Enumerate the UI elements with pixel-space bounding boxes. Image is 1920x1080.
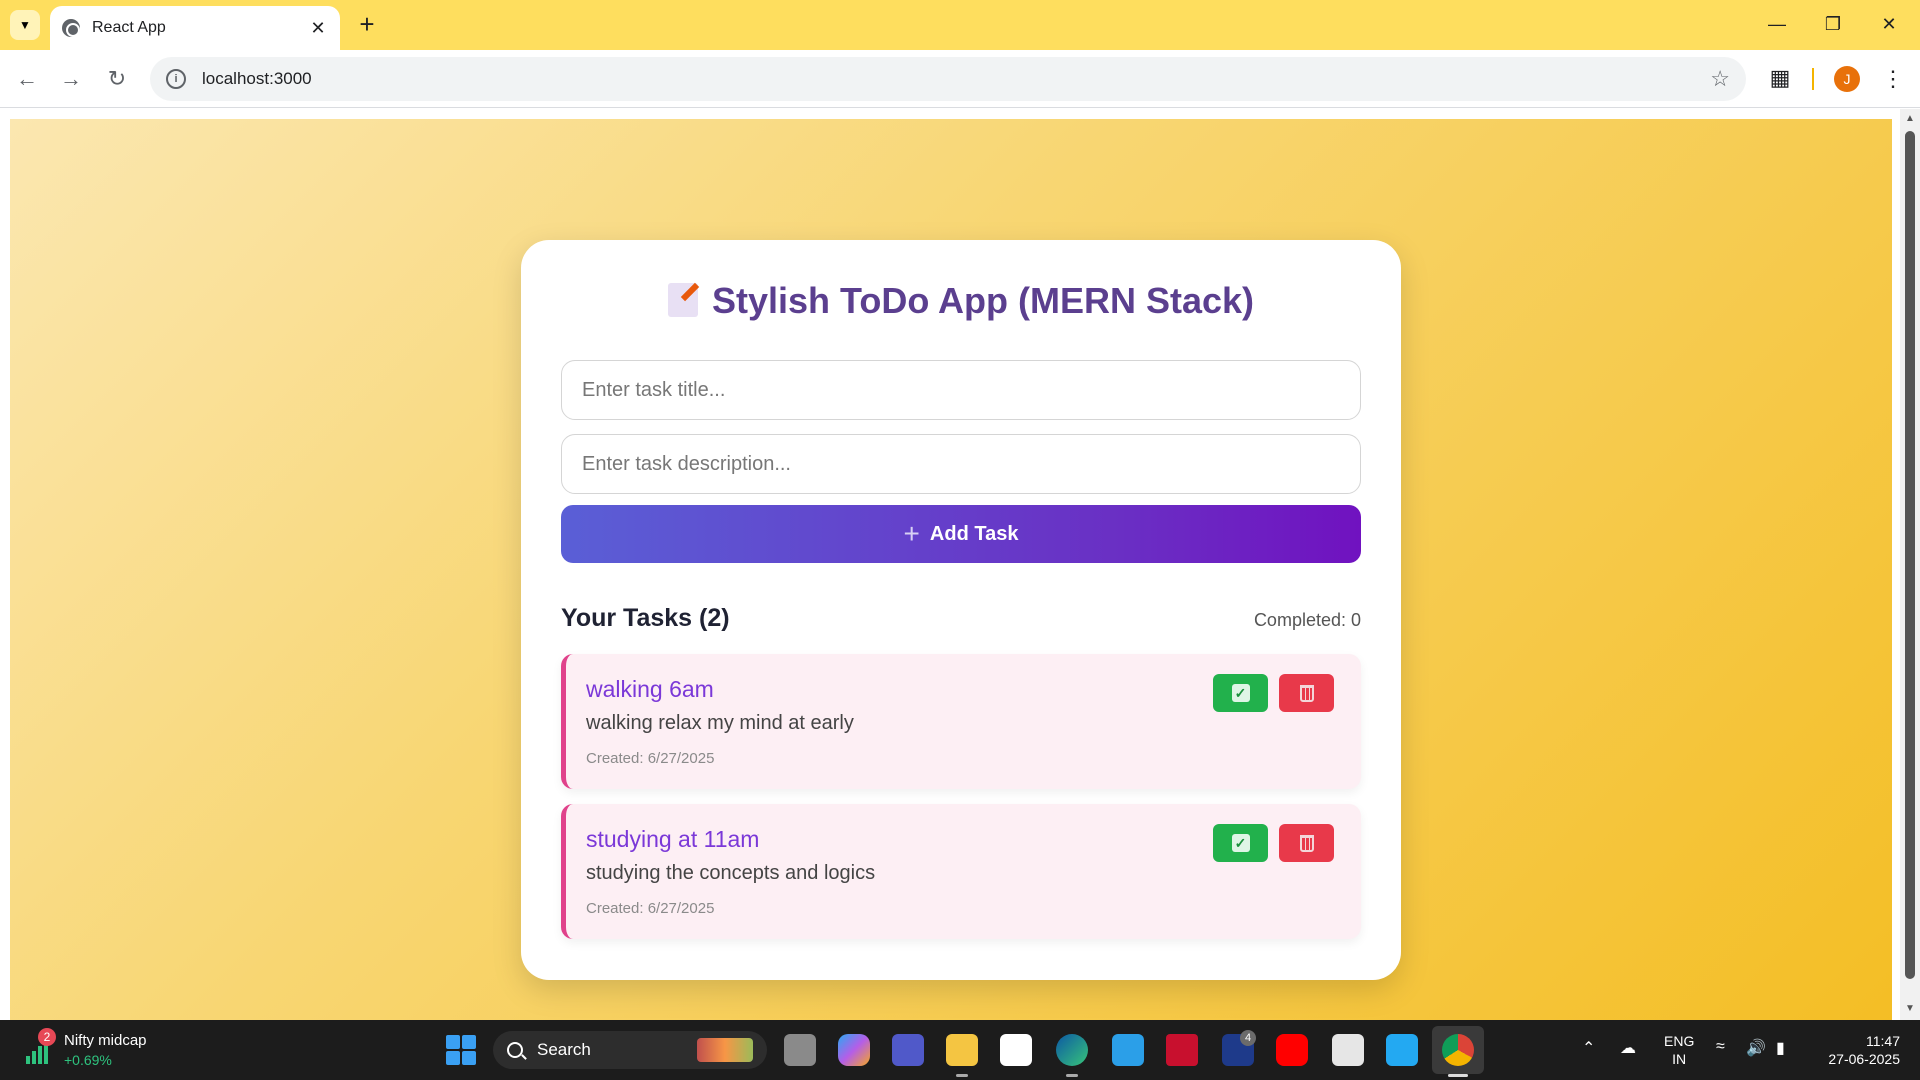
memo-icon — [667, 283, 698, 317]
minimize-button[interactable]: — — [1754, 8, 1800, 40]
arrow-right-icon: → — [60, 66, 82, 91]
close-icon[interactable]: ✕ — [308, 18, 328, 39]
search-icon — [507, 1042, 523, 1058]
language-code: ENG — [1664, 1033, 1695, 1049]
running-indicator — [1066, 1074, 1078, 1077]
wifi-icon[interactable]: ≈ — [1716, 1038, 1725, 1056]
clock-time: 11:47 — [1866, 1033, 1900, 1049]
edge-icon[interactable] — [1056, 1034, 1088, 1066]
microsoft-store-icon[interactable] — [1000, 1034, 1032, 1066]
complete-task-button[interactable]: ✓ — [1213, 824, 1268, 862]
delete-task-button[interactable] — [1279, 824, 1334, 862]
task-item: studying at 11am studying the concepts a… — [561, 804, 1361, 939]
toolbar-divider — [1812, 68, 1814, 90]
browser-tab[interactable]: React App ✕ — [50, 6, 340, 50]
completed-count: Completed: 0 — [1253, 610, 1361, 630]
chevron-up-icon[interactable]: ⌃ — [1582, 1038, 1595, 1058]
globe-icon — [62, 19, 80, 37]
page-background: Stylish ToDo App (MERN Stack) + Add Task… — [10, 119, 1892, 1020]
task-title-input[interactable] — [561, 360, 1361, 420]
task-item: walking 6am walking relax my mind at ear… — [561, 654, 1361, 789]
arrow-left-icon: ← — [16, 66, 38, 91]
tab-search-button[interactable]: ▼ — [10, 10, 40, 40]
add-task-label: Add Task — [929, 522, 1019, 545]
task-created-date: Created: 6/27/2025 — [586, 750, 715, 767]
search-highlight-icon — [697, 1038, 753, 1062]
mcafee-icon[interactable] — [1166, 1034, 1198, 1066]
snipping-tool-icon[interactable] — [1332, 1034, 1364, 1066]
url-text[interactable]: localhost:3000 — [202, 69, 1710, 89]
address-bar[interactable]: i localhost:3000 ☆ — [150, 57, 1746, 101]
task-title: studying at 11am — [586, 826, 760, 852]
back-button[interactable]: ← — [12, 64, 42, 94]
add-task-button[interactable]: + Add Task — [561, 505, 1361, 563]
region-code: IN — [1672, 1051, 1687, 1067]
teams-icon[interactable] — [892, 1034, 924, 1066]
tab-title: React App — [92, 19, 166, 36]
active-indicator — [1448, 1074, 1468, 1077]
site-info-icon[interactable]: i — [166, 69, 186, 89]
reload-icon: ↻ — [107, 66, 127, 91]
battery-icon[interactable]: ▮ — [1776, 1038, 1785, 1058]
profile-avatar[interactable]: J — [1834, 66, 1860, 92]
bookmark-star-icon[interactable]: ☆ — [1710, 66, 1730, 92]
page-title: Stylish ToDo App (MERN Stack) — [521, 280, 1401, 322]
task-title: walking 6am — [586, 676, 714, 702]
running-indicator — [956, 1074, 968, 1077]
scroll-up-icon[interactable]: ▲ — [1904, 113, 1916, 124]
onedrive-icon[interactable]: ☁ — [1620, 1038, 1636, 1058]
tasks-heading: Your Tasks (2) — [561, 604, 730, 632]
start-button[interactable] — [446, 1035, 476, 1065]
restore-button[interactable]: ❐ — [1810, 8, 1856, 40]
new-tab-button[interactable]: + — [352, 10, 382, 40]
browser-menu-icon[interactable]: ⋮ — [1882, 64, 1904, 94]
windows-taskbar: 2 Nifty midcap +0.69% Search 4 ⌃ ☁ ENG I… — [0, 1020, 1920, 1080]
checkmark-icon: ✓ — [1231, 684, 1250, 702]
plus-icon: + — [903, 518, 920, 549]
reload-button[interactable]: ↻ — [102, 64, 132, 94]
market-widget[interactable]: 2 Nifty midcap +0.69% — [24, 1028, 174, 1072]
complete-task-button[interactable]: ✓ — [1213, 674, 1268, 712]
volume-icon[interactable]: 🔊 — [1746, 1038, 1766, 1058]
task-view-icon[interactable] — [784, 1034, 816, 1066]
trash-icon — [1299, 684, 1314, 702]
page-scrollbar[interactable]: ▲ ▼ — [1900, 109, 1920, 1020]
task-description: walking relax my mind at early — [586, 712, 854, 734]
chevron-down-icon: ▼ — [19, 18, 31, 32]
browser-toolbar: ← → ↻ i localhost:3000 ☆ ▦ J ⋮ — [0, 50, 1920, 108]
language-indicator[interactable]: ENG IN — [1664, 1032, 1694, 1068]
page-title-text: Stylish ToDo App (MERN Stack) — [711, 280, 1255, 321]
clock-date: 27-06-2025 — [1828, 1051, 1900, 1067]
task-description: studying the concepts and logics — [586, 862, 876, 884]
widget-name: Nifty midcap — [64, 1032, 147, 1049]
trash-icon — [1299, 834, 1314, 852]
chrome-icon[interactable] — [1442, 1034, 1474, 1066]
extensions-icon[interactable]: ▦ — [1766, 65, 1794, 93]
window-close-button[interactable]: ✕ — [1866, 8, 1912, 40]
task-created-date: Created: 6/27/2025 — [586, 900, 715, 917]
app-badge: 4 — [1240, 1030, 1256, 1046]
vscode-icon[interactable] — [1386, 1034, 1418, 1066]
taskbar-search-label: Search — [537, 1040, 591, 1059]
forward-button[interactable]: → — [56, 64, 86, 94]
todo-card: Stylish ToDo App (MERN Stack) + Add Task… — [521, 240, 1401, 980]
widget-change: +0.69% — [64, 1052, 112, 1068]
file-explorer-icon[interactable] — [946, 1034, 978, 1066]
system-clock[interactable]: 11:47 27-06-2025 — [1814, 1032, 1900, 1068]
browser-tab-bar: ▼ React App ✕ + — ❐ ✕ — [0, 0, 1920, 50]
visual-studio-installer-icon[interactable] — [1112, 1034, 1144, 1066]
widget-badge: 2 — [38, 1028, 56, 1046]
scroll-thumb[interactable] — [1905, 131, 1915, 979]
delete-task-button[interactable] — [1279, 674, 1334, 712]
taskbar-search[interactable]: Search — [493, 1031, 767, 1069]
checkmark-icon: ✓ — [1231, 834, 1250, 852]
task-description-input[interactable] — [561, 434, 1361, 494]
page-viewport: Stylish ToDo App (MERN Stack) + Add Task… — [0, 109, 1920, 1020]
copilot-icon[interactable] — [838, 1034, 870, 1066]
youtube-icon[interactable] — [1276, 1034, 1308, 1066]
scroll-down-icon[interactable]: ▼ — [1904, 1003, 1916, 1014]
